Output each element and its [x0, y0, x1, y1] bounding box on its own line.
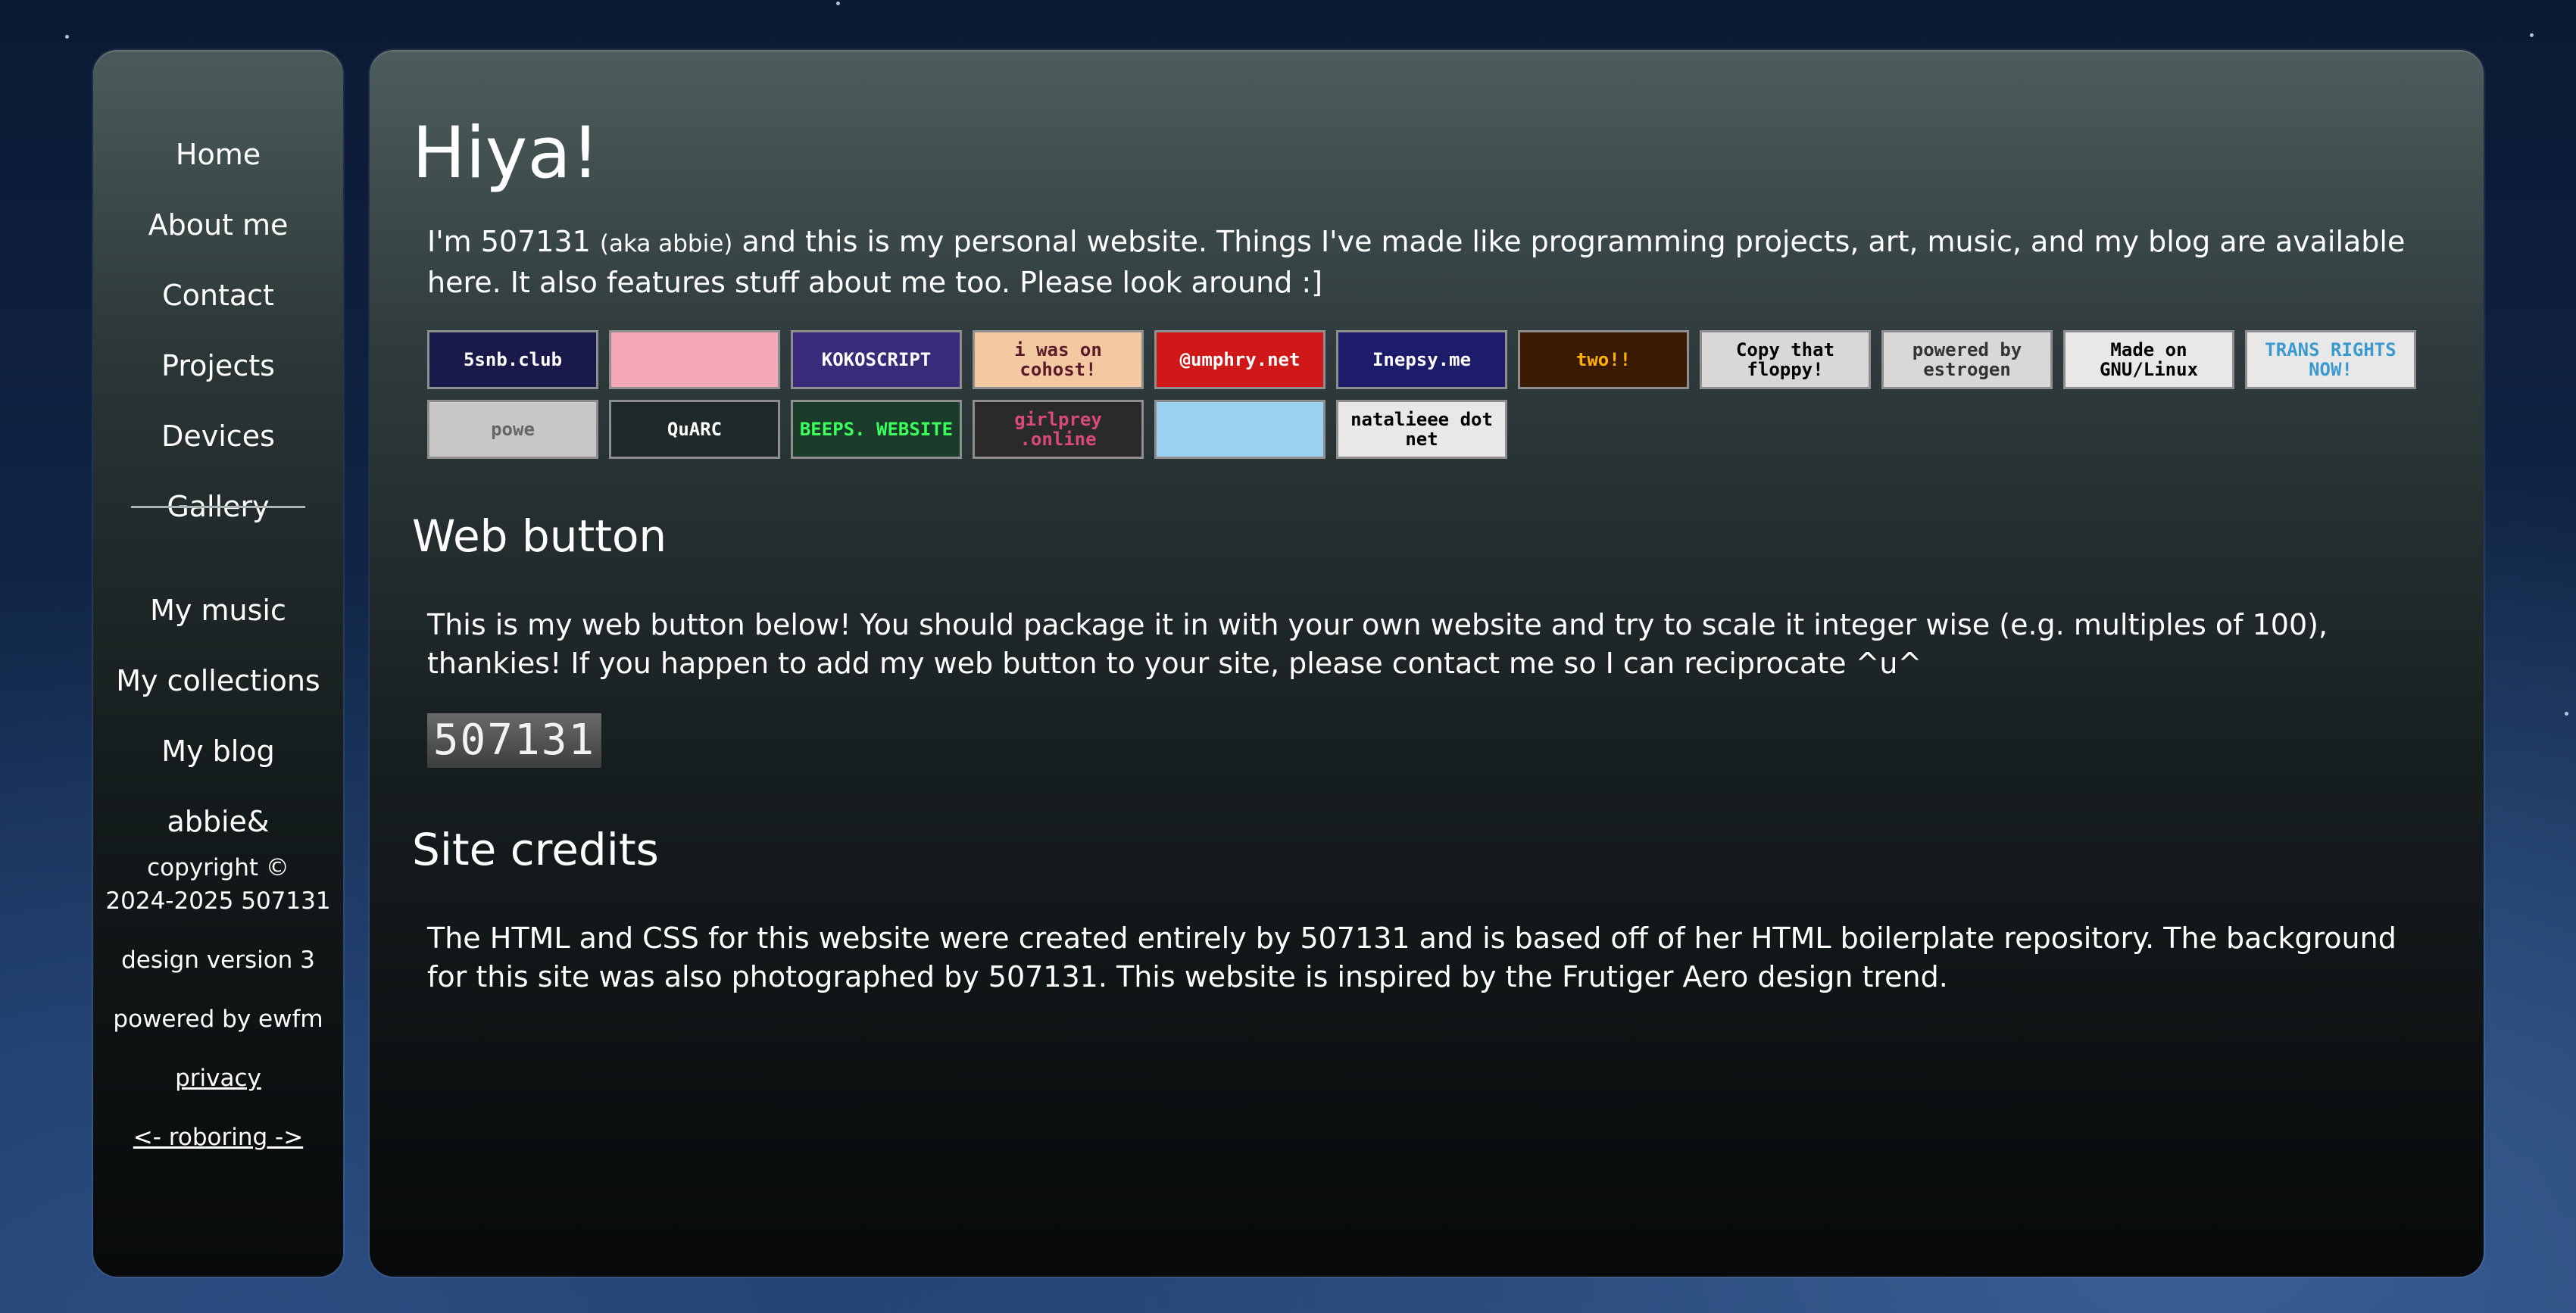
badge-beeps[interactable]: BEEPS. WEBSITE	[791, 400, 962, 459]
webring-link[interactable]: <- roboring ->	[133, 1124, 303, 1151]
privacy-link[interactable]: privacy	[175, 1065, 261, 1092]
site-credits-paragraph: The HTML and CSS for this website were c…	[427, 922, 2396, 993]
star	[836, 2, 840, 5]
copyright-line-1: copyright ©	[147, 854, 289, 881]
sidebar: Home About me Contact Projects Devices G…	[93, 50, 343, 1277]
badge-estrogen[interactable]: powered by estrogen	[1881, 330, 2053, 389]
nav-about-link[interactable]: About me	[93, 208, 343, 242]
star	[2565, 712, 2568, 716]
design-version: design version 3	[121, 947, 315, 974]
badge-label: @umphry.net	[1179, 349, 1300, 370]
intro-paragraph: I'm 507131 (aka abbie) and this is my pe…	[427, 223, 2442, 302]
nav-collections-link[interactable]: My collections	[93, 664, 343, 697]
web-button-image: 507131	[427, 713, 601, 768]
badge-label: Inepsy.me	[1372, 349, 1472, 370]
star	[2530, 33, 2534, 37]
badge-label: KOKOSCRIPT	[821, 349, 932, 370]
main-panel: Hiya! I'm 507131 (aka abbie) and this is…	[370, 50, 2484, 1277]
badge-powe[interactable]: powe	[427, 400, 598, 459]
nav-devices-link[interactable]: Devices	[93, 419, 343, 453]
badge-label: Copy that floppy!	[1735, 339, 1835, 380]
badge-trans-rights[interactable]: TRANS RIGHTS NOW!	[2245, 330, 2416, 389]
badge-copy-floppy[interactable]: Copy that floppy!	[1700, 330, 1871, 389]
web-button-paragraph: This is my web button below! You should …	[427, 608, 2328, 680]
badge-gnu-linux[interactable]: Made on GNU/Linux	[2063, 330, 2234, 389]
badge-demi-trans-flag[interactable]	[609, 330, 780, 389]
page-title: Hiya!	[412, 112, 600, 195]
badge-quarc[interactable]: QuARC	[609, 400, 780, 459]
badge-label: powered by estrogen	[1912, 339, 2022, 380]
badge-5snb[interactable]: 5snb.club	[427, 330, 598, 389]
badge-kokoscript[interactable]: KOKOSCRIPT	[791, 330, 962, 389]
badge-label: BEEPS. WEBSITE	[799, 419, 954, 440]
intro-aka: (aka abbie)	[599, 230, 733, 257]
badge-inepsy[interactable]: Inepsy.me	[1336, 330, 1507, 389]
badge-label: natalieee dot net	[1350, 409, 1493, 450]
badge-trans-diagram[interactable]	[1154, 400, 1325, 459]
badge-two[interactable]: two!!	[1518, 330, 1689, 389]
badge-label: two!!	[1575, 349, 1631, 370]
nav-contact-link[interactable]: Contact	[93, 279, 343, 312]
badge-cohost[interactable]: i was on cohost!	[973, 330, 1144, 389]
badge-label: QuARC	[667, 419, 723, 440]
badge-label: i was on cohost!	[1014, 339, 1102, 380]
nav-abbie-link[interactable]: abbie&	[93, 805, 343, 838]
nav-music-link[interactable]: My music	[93, 594, 343, 627]
badge-umphry[interactable]: @umphry.net	[1154, 330, 1325, 389]
star	[65, 35, 69, 39]
site-credits-heading: Site credits	[412, 824, 659, 875]
badge-label: girlprey .online	[1014, 409, 1102, 450]
nav-projects-link[interactable]: Projects	[93, 349, 343, 382]
nav-home-link[interactable]: Home	[93, 138, 343, 171]
web-button-heading: Web button	[412, 510, 667, 562]
copyright-line-2: 2024-2025 507131	[105, 887, 331, 915]
badge-label: Made on GNU/Linux	[2099, 339, 2199, 380]
badge-label: powe	[491, 419, 535, 440]
intro-text-start: I'm 507131	[427, 225, 600, 258]
powered-by: powered by ewfm	[113, 1006, 323, 1033]
sidebar-divider	[131, 506, 305, 508]
nav-blog-link[interactable]: My blog	[93, 734, 343, 768]
badge-natalieee[interactable]: natalieee dot net	[1336, 400, 1507, 459]
badge-label: 5snb.club	[463, 349, 563, 370]
badge-girlprey[interactable]: girlprey .online	[973, 400, 1144, 459]
badge-label: TRANS RIGHTS NOW!	[2265, 339, 2396, 380]
